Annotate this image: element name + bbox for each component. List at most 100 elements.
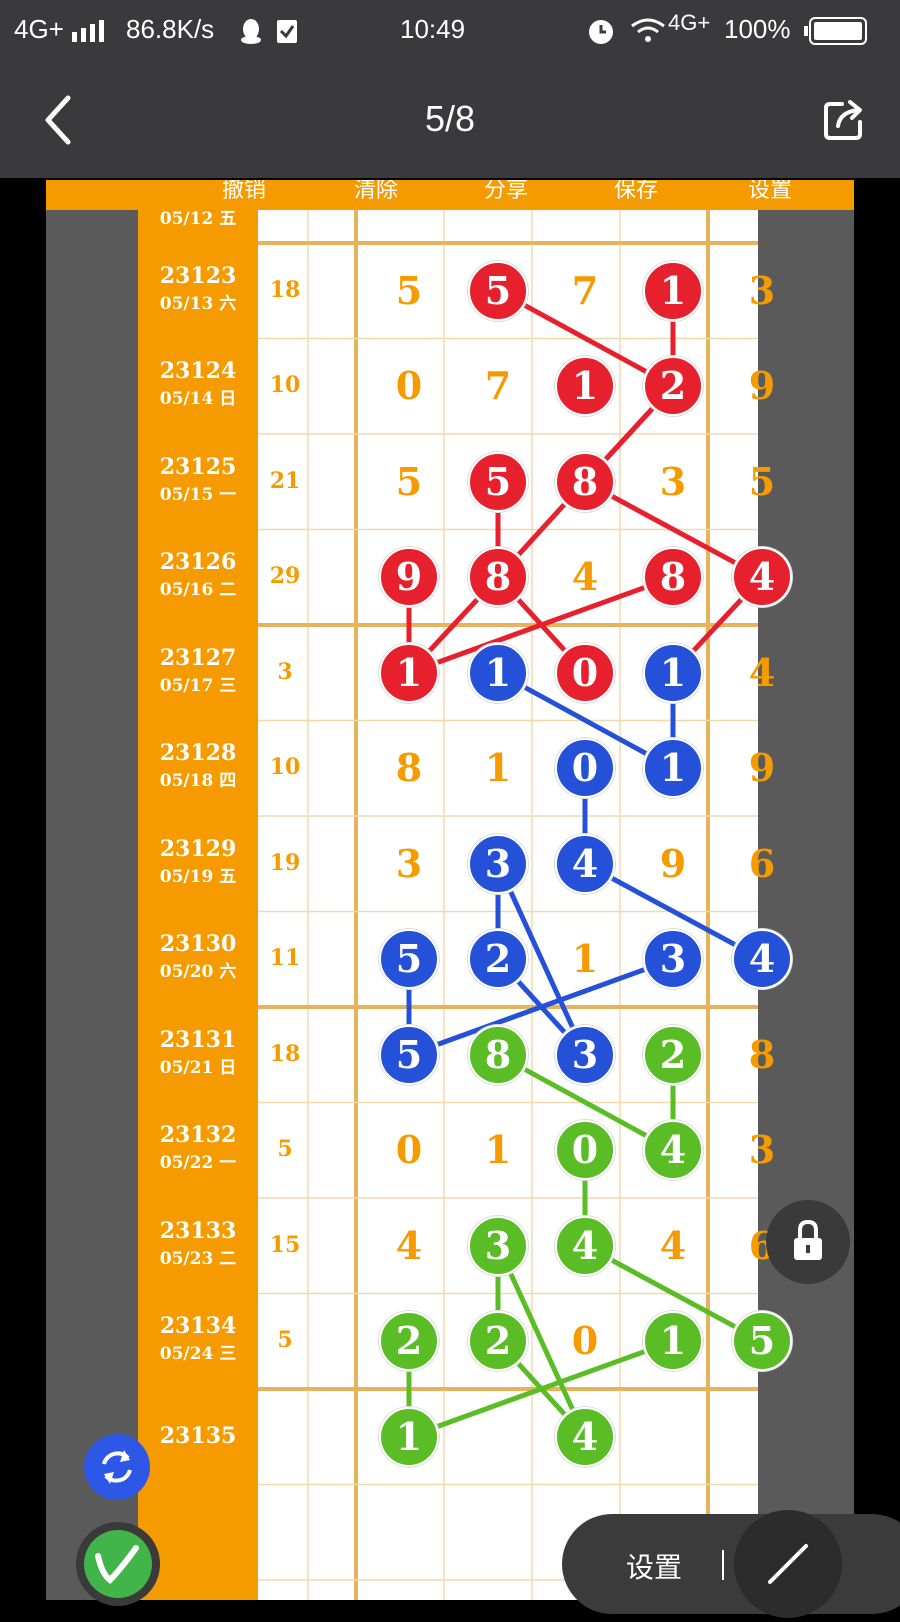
- trend-chart: 23123 05/13 六 23124 05/14 日 23125 05/15 一 2312…: [138, 180, 792, 1600]
- digit-cell: 7: [571, 267, 599, 313]
- sum-cell: 3: [277, 658, 293, 685]
- digit-cell: 0: [395, 1127, 423, 1173]
- draw-button[interactable]: [734, 1510, 842, 1618]
- annotate-button[interactable]: [76, 1522, 160, 1606]
- green-circled-digit: 3: [468, 1215, 528, 1276]
- share-label: 分享: [484, 180, 529, 203]
- red-circled-digit: 8: [643, 547, 703, 608]
- blue-trend-line: [406, 956, 674, 1058]
- green-circled-digit: 2: [379, 1311, 439, 1372]
- digit-cell: 8: [395, 745, 423, 791]
- network-type: 4G+: [14, 14, 64, 44]
- sum-cell: 5: [277, 1327, 293, 1354]
- digit-cell: 4: [571, 554, 599, 600]
- green-trend-line: [406, 1338, 674, 1440]
- green-circled-digit: 5: [732, 1311, 792, 1372]
- blue-circled-digit: 5: [379, 929, 439, 990]
- blue-circled-digit: 1: [643, 738, 703, 799]
- blue-circled-digit: 1: [643, 642, 703, 703]
- green-circled-digit: 4: [555, 1215, 615, 1276]
- blue-circled-digit: 3: [643, 929, 703, 990]
- red-circled-digit: 2: [643, 356, 703, 417]
- green-circled-digit: 4: [555, 1406, 615, 1467]
- pen-stroke-icon: [768, 1544, 808, 1584]
- blue-circled-digit: 5: [379, 1024, 439, 1085]
- blue-circled-digit: 4: [732, 929, 792, 990]
- alarm-icon: [589, 20, 613, 44]
- separator: [722, 1550, 724, 1580]
- blue-circled-digit: 3: [555, 1024, 615, 1085]
- red-circled-digit: 1: [643, 260, 703, 321]
- digit-cell: 6: [748, 840, 776, 886]
- red-circled-digit: 8: [555, 451, 615, 512]
- sum-cell: 18: [269, 1040, 301, 1067]
- lock-button[interactable]: [766, 1200, 850, 1284]
- blue-circled-digit: 2: [468, 929, 528, 990]
- digit-cell: 5: [395, 458, 423, 504]
- red-circled-digit: 9: [379, 547, 439, 608]
- green-circled-digit: 1: [643, 1311, 703, 1372]
- refresh-button[interactable]: [84, 1434, 150, 1500]
- digit-cell: 3: [395, 840, 423, 886]
- undo-label: 撤销: [222, 180, 267, 203]
- digit-cell: 7: [484, 363, 512, 409]
- blue-circled-digit: 1: [468, 642, 528, 703]
- digit-cell: 3: [659, 458, 687, 504]
- battery-icon: [804, 17, 867, 45]
- green-circled-digit: 8: [468, 1024, 528, 1085]
- settings-button[interactable]: 设置: [626, 1546, 682, 1586]
- settings-bar: 设置: [562, 1510, 900, 1618]
- green-circled-digit: 2: [643, 1024, 703, 1085]
- green-circled-digit: 0: [555, 1120, 615, 1181]
- qq-icon: [241, 19, 261, 44]
- digit-cell: 5: [748, 458, 776, 504]
- red-circled-digit: 0: [555, 642, 615, 703]
- blue-circled-digit: 3: [468, 833, 528, 894]
- clipboard-check-icon: [277, 20, 297, 43]
- digit-cell: 1: [571, 936, 599, 982]
- digit-cell: 3: [748, 1127, 776, 1173]
- red-trend-line: [408, 574, 674, 676]
- sum-cell: 18: [269, 276, 301, 303]
- settings-label: 设置: [748, 180, 793, 203]
- red-circled-digit: 5: [468, 451, 528, 512]
- navigation-bar: 5/8: [0, 62, 900, 178]
- digit-cell: 9: [659, 840, 687, 886]
- wifi-icon: [631, 18, 665, 42]
- sum-cell: 29: [269, 563, 301, 590]
- sum-cell: 10: [269, 754, 301, 781]
- red-circled-digit: 4: [732, 547, 792, 608]
- refresh-icon: [102, 1450, 132, 1484]
- status-bar: 4G+ 86.8K/s 10:49 4G+ 100%: [0, 0, 900, 62]
- sum-cell: 21: [269, 467, 301, 494]
- digit-cell: 9: [748, 745, 776, 791]
- blue-circled-digit: 0: [555, 738, 615, 799]
- signal-icon: [72, 20, 104, 42]
- digit-cell: 1: [484, 745, 512, 791]
- save-label: 保存: [614, 180, 659, 203]
- digit-cell: 4: [748, 649, 776, 695]
- sum-cell: 5: [277, 1136, 293, 1163]
- red-circled-digit: 8: [468, 547, 528, 608]
- digit-cell: 5: [395, 267, 423, 313]
- share-button[interactable]: [820, 96, 868, 144]
- digit-cell: 0: [571, 1318, 599, 1364]
- digit-cell: 3: [748, 267, 776, 313]
- digit-cell: 1: [484, 1127, 512, 1173]
- sum-cell: 11: [269, 945, 301, 972]
- red-circled-digit: 1: [379, 642, 439, 703]
- network-type-2: 4G+: [668, 10, 711, 35]
- lock-icon: [794, 1219, 822, 1260]
- digit-cell: 4: [659, 1222, 687, 1268]
- green-circled-digit: 4: [643, 1120, 703, 1181]
- green-circled-digit: 2: [468, 1311, 528, 1372]
- clock: 10:49: [400, 14, 466, 44]
- red-circled-digit: 1: [555, 356, 615, 417]
- blue-circled-digit: 4: [555, 833, 615, 894]
- page-counter: 5/8: [424, 98, 476, 139]
- green-circled-digit: 1: [379, 1406, 439, 1467]
- battery-level: 100%: [724, 14, 791, 44]
- network-speed: 86.8K/s: [126, 14, 215, 44]
- image-viewer[interactable]: 撤销 清除 分享 保存 设置 23123 05/13 六 23124 05/14 日2…: [46, 180, 854, 1600]
- red-circled-digit: 5: [468, 260, 528, 321]
